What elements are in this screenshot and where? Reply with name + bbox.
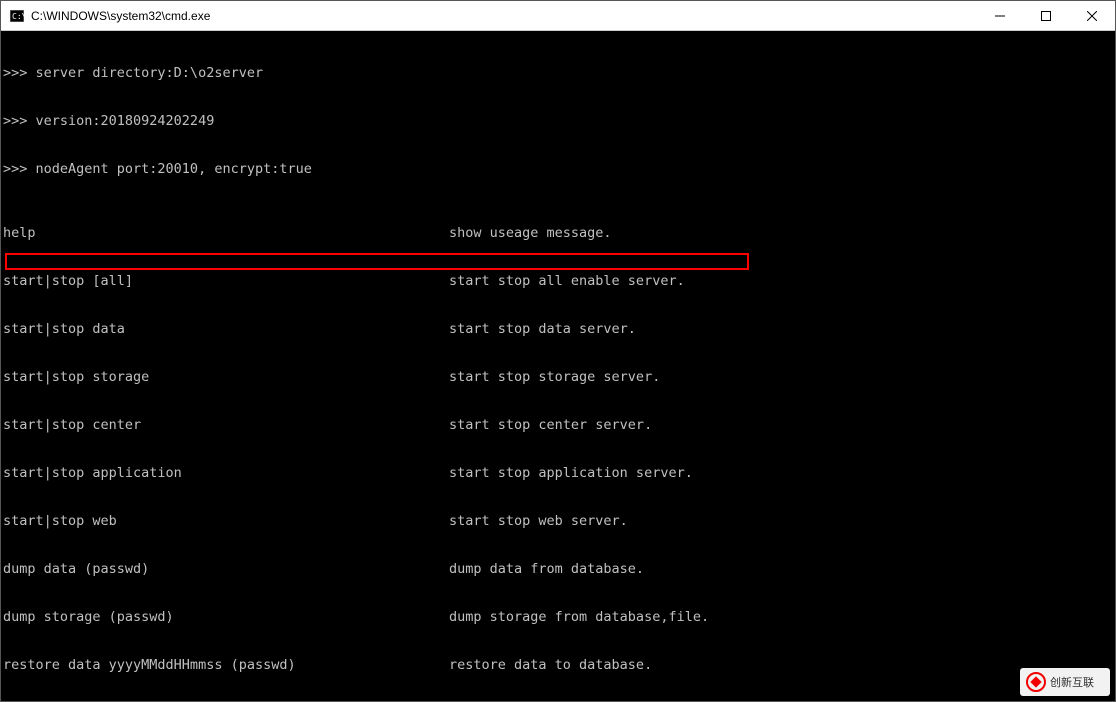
prompt-line: >>> version:20180924202249 xyxy=(3,113,1115,129)
svg-text:C:\: C:\ xyxy=(12,12,24,21)
window-controls xyxy=(977,1,1115,30)
help-row: dump storage (passwd)dump storage from d… xyxy=(3,609,1115,625)
window-title: C:\WINDOWS\system32\cmd.exe xyxy=(31,9,977,23)
help-row: helpshow useage message. xyxy=(3,225,1115,241)
help-row: start|stop applicationstart stop applica… xyxy=(3,465,1115,481)
help-row-highlighted: restore data yyyyMMddHHmmss (passwd)rest… xyxy=(3,657,1115,673)
cmd-icon: C:\ xyxy=(9,8,25,24)
watermark-text: 创新互联 xyxy=(1050,674,1094,690)
help-row: start|stop [all]start stop all enable se… xyxy=(3,273,1115,289)
console-area: >>> server directory:D:\o2server >>> ver… xyxy=(1,31,1115,701)
prompt-line: >>> nodeAgent port:20010, encrypt:true xyxy=(3,161,1115,177)
cmd-window: C:\ C:\WINDOWS\system32\cmd.exe >>> serv… xyxy=(0,0,1116,702)
titlebar[interactable]: C:\ C:\WINDOWS\system32\cmd.exe xyxy=(1,1,1115,31)
minimize-button[interactable] xyxy=(977,1,1023,30)
help-row: start|stop storagestart stop storage ser… xyxy=(3,369,1115,385)
highlight-annotation xyxy=(5,253,749,270)
console-output[interactable]: >>> server directory:D:\o2server >>> ver… xyxy=(1,31,1115,701)
watermark: 创新互联 xyxy=(1020,668,1110,696)
close-button[interactable] xyxy=(1069,1,1115,30)
help-row: start|stop centerstart stop center serve… xyxy=(3,417,1115,433)
help-row: start|stop webstart stop web server. xyxy=(3,513,1115,529)
watermark-logo-icon xyxy=(1026,672,1046,692)
help-row: dump data (passwd)dump data from databas… xyxy=(3,561,1115,577)
maximize-button[interactable] xyxy=(1023,1,1069,30)
help-row: start|stop datastart stop data server. xyxy=(3,321,1115,337)
prompt-line: >>> server directory:D:\o2server xyxy=(3,65,1115,81)
